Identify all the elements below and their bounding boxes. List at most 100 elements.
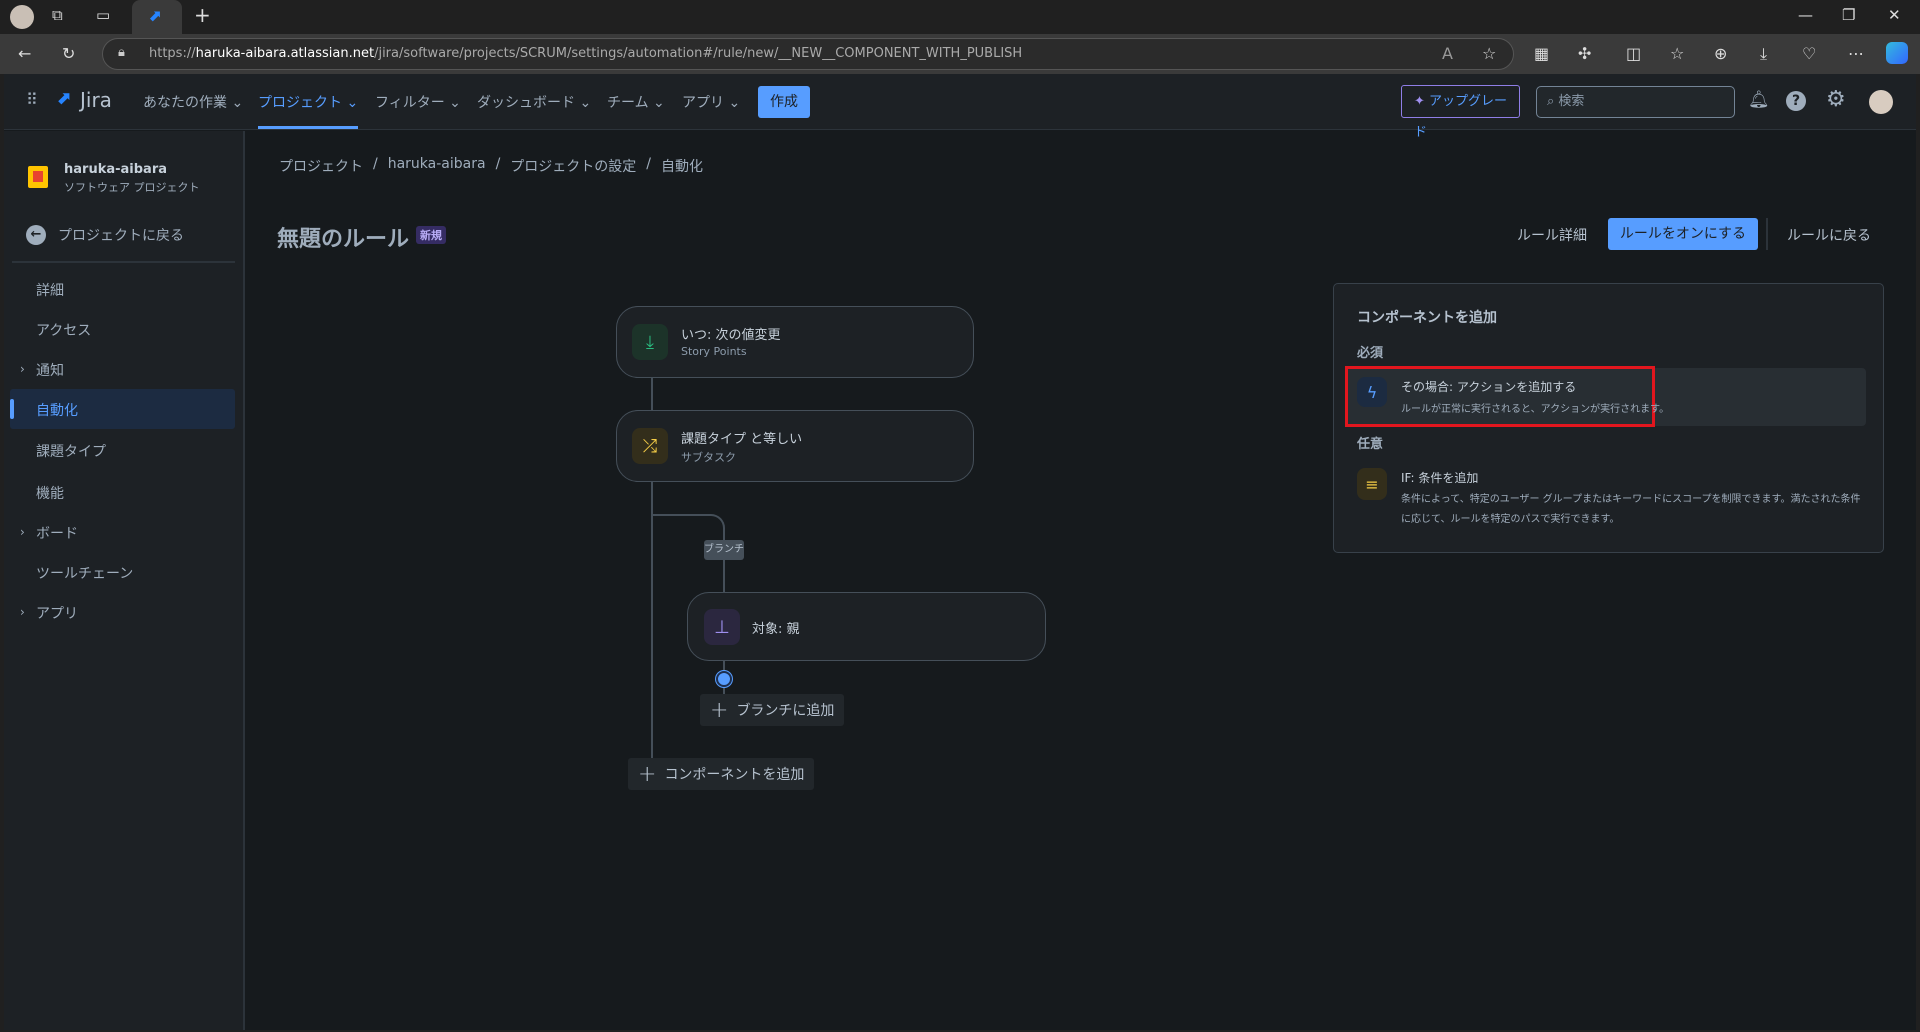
- search-placeholder: 検索: [1558, 94, 1585, 109]
- condition-description: 条件によって、特定のユーザー グループまたはキーワードにスコープを制限できます。…: [1401, 494, 1861, 525]
- add-component-button[interactable]: + コンポーネントを追加: [628, 758, 815, 790]
- nav-filters[interactable]: フィルター ⌄: [375, 92, 461, 112]
- browser-essentials-icon[interactable]: ♡: [1802, 44, 1816, 63]
- back-to-rules-button[interactable]: ルールに戻る: [1787, 225, 1871, 245]
- condition-node[interactable]: ⤮ 課題タイプ と等しい サブタスク: [616, 410, 974, 482]
- url-host: haruka-aibara.atlassian.net: [195, 46, 375, 61]
- branch-label: ブランチ: [704, 540, 744, 560]
- nav-apps[interactable]: アプリ ⌄: [682, 92, 740, 112]
- sidebar-item-automation[interactable]: 自動化: [36, 400, 78, 420]
- settings-gear-icon[interactable]: ⚙: [1826, 87, 1846, 112]
- browser-tab-bar: [0, 0, 1920, 34]
- app-switcher-icon[interactable]: ⠿: [26, 90, 38, 109]
- breadcrumb-projects[interactable]: プロジェクト: [279, 156, 363, 176]
- notifications-bell-icon[interactable]: 🔔︎: [1748, 90, 1770, 110]
- sidebar-item-toolchain[interactable]: ツールチェーン: [36, 563, 133, 583]
- sidebar-item-apps[interactable]: アプリ: [36, 603, 78, 623]
- active-indicator: [10, 399, 14, 419]
- upgrade-button[interactable]: ✦ アップグレード: [1401, 85, 1520, 140]
- more-icon[interactable]: ⋯: [1848, 44, 1864, 63]
- collections-icon[interactable]: ⊕: [1714, 44, 1727, 63]
- nav-dashboards[interactable]: ダッシュボード ⌄: [477, 92, 591, 112]
- chevron-right-icon[interactable]: ›: [20, 362, 25, 376]
- sidebar-item-boards[interactable]: ボード: [36, 523, 78, 543]
- panel-title: コンポーネントを追加: [1357, 310, 1497, 326]
- project-avatar: [28, 166, 48, 188]
- required-heading: 必須: [1357, 346, 1384, 361]
- project-name: haruka-aibara: [64, 162, 167, 177]
- favorites-icon[interactable]: ☆: [1670, 44, 1684, 63]
- new-tab-button[interactable]: +: [194, 3, 211, 27]
- refresh-icon[interactable]: ↻: [62, 44, 75, 63]
- hierarchy-icon: ⊥: [704, 609, 740, 645]
- sidebar-item-notifications[interactable]: 通知: [36, 360, 64, 380]
- nav-projects[interactable]: プロジェクト ⌄: [258, 92, 358, 112]
- enable-rule-button[interactable]: ルールをオンにする: [1608, 218, 1758, 250]
- node-subtitle: サブタスク: [681, 451, 736, 464]
- highlight-box: [1345, 366, 1655, 427]
- close-window-button[interactable]: ✕: [1888, 6, 1901, 24]
- favorite-star-icon[interactable]: ☆: [1482, 44, 1496, 63]
- sidebar-item-details[interactable]: 詳細: [36, 280, 64, 300]
- tab-actions-icon[interactable]: ▭: [96, 6, 110, 24]
- lock-icon[interactable]: 🔒︎: [118, 45, 125, 60]
- create-button[interactable]: 作成: [758, 86, 810, 118]
- nav-teams[interactable]: チーム ⌄: [607, 92, 665, 112]
- jira-logo-icon[interactable]: ⬈: [56, 88, 71, 109]
- insertion-point-dot[interactable]: [716, 671, 732, 687]
- qr-code-icon[interactable]: ▦: [1534, 44, 1549, 63]
- action-description: ルールが正常に実行されると、アクションが実行されます。: [1401, 404, 1670, 415]
- restore-button[interactable]: ❐: [1842, 6, 1855, 24]
- add-component-label: コンポーネントを追加: [664, 767, 805, 783]
- add-to-branch-button[interactable]: + ブランチに追加: [700, 694, 845, 726]
- sidebar-item-issue-types[interactable]: 課題タイプ: [36, 441, 106, 461]
- condition-title: IF: 条件を追加: [1401, 471, 1479, 485]
- search-input[interactable]: ⌕ 検索: [1536, 86, 1735, 118]
- profile-avatar[interactable]: [10, 5, 34, 29]
- action-title: その場合: アクションを追加する: [1401, 380, 1577, 394]
- downloads-icon[interactable]: ⤓: [1760, 44, 1767, 64]
- back-label: プロジェクトに戻る: [58, 228, 184, 244]
- node-title: 課題タイプ と等しい: [681, 432, 803, 447]
- node-subtitle: Story Points: [681, 345, 747, 358]
- add-to-branch-label: ブランチに追加: [736, 703, 835, 719]
- sidebar-item-features[interactable]: 機能: [36, 483, 64, 503]
- chevron-right-icon[interactable]: ›: [20, 605, 25, 619]
- branch-node[interactable]: ⊥ 対象: 親: [687, 592, 1046, 661]
- download-field-icon: ⤓: [632, 324, 668, 360]
- read-aloud-icon[interactable]: A: [1442, 44, 1453, 63]
- browser-tab-jira[interactable]: ⬈: [132, 0, 182, 34]
- breadcrumb-project-settings[interactable]: プロジェクトの設定: [510, 156, 636, 176]
- nav-label: ダッシュボード: [477, 95, 575, 111]
- back-to-project-link[interactable]: ← プロジェクトに戻る: [26, 225, 184, 245]
- jira-logo-text[interactable]: Jira: [80, 88, 112, 112]
- split-screen-icon[interactable]: ◫: [1626, 44, 1641, 63]
- trigger-node[interactable]: ⤓ いつ: 次の値変更 Story Points: [616, 306, 974, 378]
- shuffle-icon: ⤮: [632, 428, 668, 464]
- nav-label: フィルター: [375, 95, 445, 111]
- user-avatar[interactable]: [1869, 90, 1893, 114]
- page-title[interactable]: 無題のルール: [277, 221, 409, 253]
- back-icon[interactable]: ←: [18, 44, 31, 63]
- extensions-icon[interactable]: ✣: [1578, 44, 1591, 63]
- nav-your-work[interactable]: あなたの作業 ⌄: [143, 92, 243, 112]
- breadcrumb-automation[interactable]: 自動化: [661, 156, 703, 176]
- minimize-button[interactable]: —: [1798, 6, 1813, 24]
- workspaces-icon[interactable]: ⧉: [52, 6, 63, 24]
- breadcrumb-separator: /: [495, 156, 501, 172]
- nav-label: アプリ: [682, 95, 724, 111]
- breadcrumb-separator: /: [373, 156, 378, 172]
- node-title: 対象: 親: [752, 622, 800, 637]
- breadcrumb-project[interactable]: haruka-aibara: [388, 156, 486, 176]
- optional-heading: 任意: [1357, 437, 1384, 452]
- active-nav-underline: [258, 126, 358, 129]
- rule-details-button[interactable]: ルール詳細: [1517, 225, 1587, 245]
- sidebar-divider: [12, 261, 235, 263]
- address-bar[interactable]: https://haruka-aibara.atlassian.net/jira…: [102, 38, 1514, 70]
- search-icon: ⌕: [1547, 94, 1555, 109]
- sparkle-icon: ✦: [1414, 94, 1425, 109]
- copilot-icon[interactable]: [1886, 42, 1908, 64]
- chevron-right-icon[interactable]: ›: [20, 525, 25, 539]
- sidebar-item-access[interactable]: アクセス: [36, 320, 91, 340]
- help-icon[interactable]: ?: [1786, 91, 1806, 111]
